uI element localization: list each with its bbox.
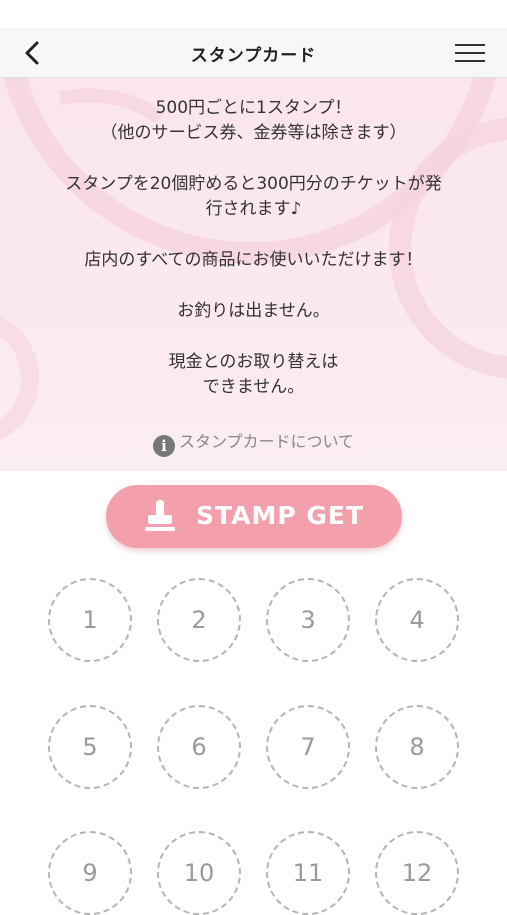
hamburger-icon bbox=[455, 44, 485, 62]
info-line: お釣りは出ません。 bbox=[177, 301, 330, 321]
about-stamp-card-link[interactable]: i スタンプカードについて bbox=[0, 428, 507, 457]
info-line: 店内のすべての商品にお使いいただけます！ bbox=[84, 250, 423, 270]
page-title: スタンプカード bbox=[190, 46, 317, 66]
stamp-slot-11[interactable]: 11 bbox=[266, 831, 350, 915]
info-line: できません。 bbox=[202, 377, 305, 397]
stamp-icon bbox=[145, 500, 175, 531]
info-line: 行されます♪ bbox=[205, 199, 302, 219]
stamp-slot-6[interactable]: 6 bbox=[157, 705, 241, 789]
info-line: （他のサービス券、金券等は除きます） bbox=[100, 123, 407, 143]
stamp-get-button[interactable]: STAMP GET bbox=[106, 485, 402, 548]
stamp-slot-12[interactable]: 12 bbox=[375, 831, 459, 915]
about-stamp-card-label: スタンプカードについて bbox=[178, 432, 355, 451]
stamp-slot-8[interactable]: 8 bbox=[375, 705, 459, 789]
stamp-slot-7[interactable]: 7 bbox=[266, 705, 350, 789]
stamp-get-label: STAMP GET bbox=[196, 501, 365, 530]
status-bar bbox=[0, 0, 507, 28]
stamp-card-info-panel: 500円ごとに1スタンプ！ （他のサービス券、金券等は除きます） スタンプを20… bbox=[0, 78, 507, 471]
info-line: 500円ごとに1スタンプ！ bbox=[155, 98, 352, 118]
navigation-bar: スタンプカード bbox=[0, 28, 507, 78]
stamp-slot-9[interactable]: 9 bbox=[48, 831, 132, 915]
stamp-slot-3[interactable]: 3 bbox=[266, 578, 350, 662]
menu-button[interactable] bbox=[455, 40, 485, 66]
stamp-slot-2[interactable]: 2 bbox=[157, 578, 241, 662]
info-line: 現金とのお取り替えは bbox=[168, 352, 339, 372]
stamp-slot-10[interactable]: 10 bbox=[157, 831, 241, 915]
stamp-slot-5[interactable]: 5 bbox=[48, 705, 132, 789]
info-line: スタンプを20個貯めると300円分のチケットが発 bbox=[65, 174, 442, 194]
stamp-slot-4[interactable]: 4 bbox=[375, 578, 459, 662]
info-icon: i bbox=[152, 435, 175, 457]
stamp-slot-1[interactable]: 1 bbox=[48, 578, 132, 662]
